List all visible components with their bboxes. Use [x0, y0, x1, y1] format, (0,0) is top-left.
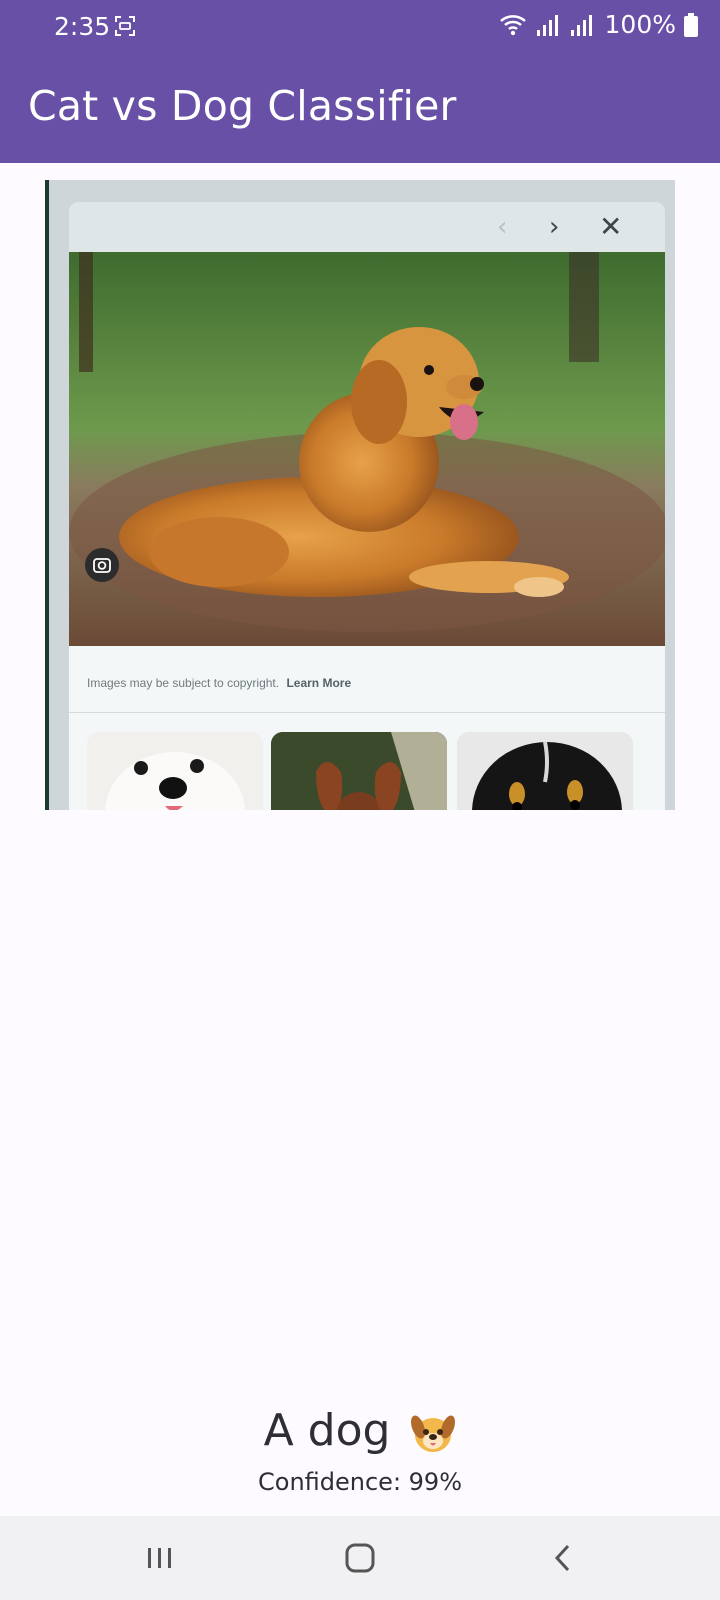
- thumbnail: [457, 732, 633, 810]
- lens-icon: [85, 548, 119, 582]
- recents-icon[interactable]: [144, 1542, 176, 1574]
- thumbnail: [87, 732, 263, 810]
- status-time: 2:35: [54, 12, 111, 41]
- screenshot-icon: [115, 16, 135, 36]
- status-right: 100%: [499, 10, 698, 39]
- back-icon[interactable]: [548, 1542, 580, 1574]
- wifi-icon: [499, 14, 526, 35]
- viewer-toolbar: ‹ › ✕: [69, 202, 665, 252]
- app-header: 2:35 100% Cat vs Dog Classifier: [0, 0, 720, 163]
- status-bar: 2:35 100%: [0, 0, 720, 54]
- image-viewer-sheet: ‹ › ✕ Images may be subject to copyright…: [69, 202, 665, 810]
- learn-more-link: Learn More: [286, 676, 352, 690]
- image-preview: ‹ › ✕ Images may be subject to copyright…: [45, 180, 675, 810]
- close-icon: ✕: [599, 210, 623, 243]
- app-title: Cat vs Dog Classifier: [28, 82, 457, 130]
- thumbnail: [271, 732, 447, 810]
- signal-icon: [570, 14, 592, 36]
- prediction-text: A dog: [263, 1405, 391, 1456]
- battery-icon: [684, 12, 698, 37]
- signal-icon: [536, 14, 558, 36]
- prediction-label: A dog: [0, 1405, 720, 1456]
- home-icon[interactable]: [344, 1542, 376, 1574]
- confidence-text: Confidence: 99%: [258, 1468, 462, 1496]
- dog-face-icon: [411, 1415, 456, 1452]
- dog-photo: [69, 252, 665, 646]
- system-navigation-bar: [0, 1516, 720, 1600]
- copyright-caption: Images may be subject to copyright. Lear…: [87, 676, 351, 690]
- divider: [69, 712, 665, 713]
- copyright-text: Images may be subject to copyright.: [87, 676, 280, 690]
- battery-percent: 100%: [604, 10, 676, 39]
- chevron-right-icon: ›: [549, 212, 560, 242]
- chevron-left-icon: ‹: [497, 212, 508, 242]
